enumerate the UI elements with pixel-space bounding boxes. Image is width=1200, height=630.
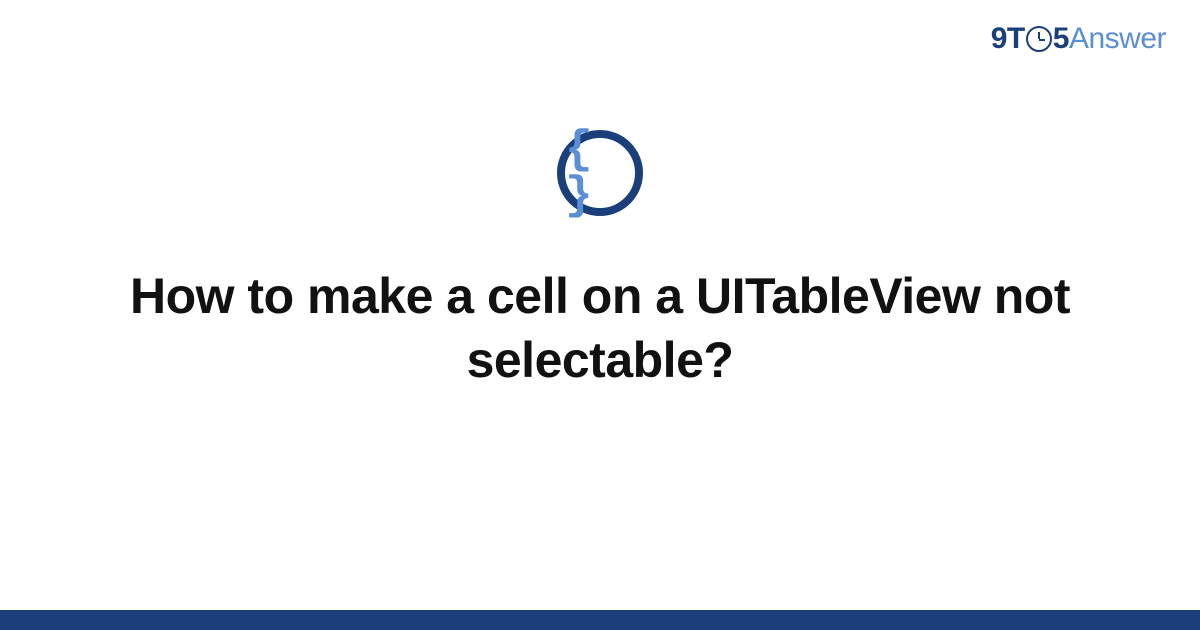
logo-text-5: 5 <box>1053 22 1069 56</box>
clock-icon <box>1026 26 1052 52</box>
logo-text-answer: Answer <box>1069 22 1166 56</box>
footer-bar <box>0 610 1200 630</box>
code-braces-icon: { } <box>557 130 643 216</box>
question-title: How to make a cell on a UITableView not … <box>60 264 1140 392</box>
site-logo: 9T 5 Answer <box>991 22 1166 56</box>
braces-glyph: { } <box>565 127 635 219</box>
logo-text-9t: 9T <box>991 22 1025 56</box>
